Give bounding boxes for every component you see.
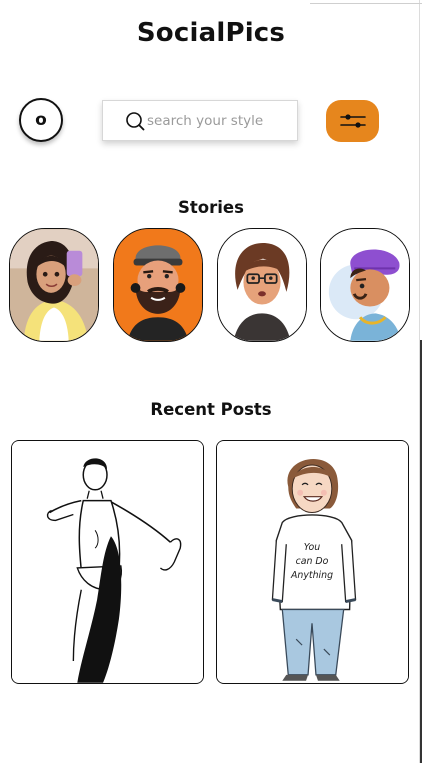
search-input[interactable] [147, 112, 287, 129]
svg-text:Anything: Anything [290, 570, 333, 581]
profile-initial: o [35, 110, 47, 130]
profile-button[interactable]: o [19, 98, 63, 142]
post-card-2[interactable]: You can Do Anything [216, 440, 409, 684]
story-image-woman-selfie [10, 229, 98, 341]
post-card-1[interactable] [11, 440, 204, 684]
story-image-man-glasses [218, 229, 306, 341]
story-avatar-1[interactable] [9, 228, 99, 342]
story-avatar-4[interactable] [320, 228, 410, 342]
filter-button[interactable] [326, 100, 379, 142]
story-image-bearded-man [114, 229, 202, 341]
svg-text:You: You [304, 542, 320, 553]
top-edge-line [310, 3, 422, 4]
search-icon [126, 111, 145, 130]
story-image-man-beanie [321, 229, 409, 341]
story-avatar-2[interactable] [113, 228, 203, 342]
app-title: SocialPics [136, 18, 286, 48]
post-image-sketch-figure [12, 441, 203, 683]
story-avatar-3[interactable] [217, 228, 307, 342]
search-bar[interactable] [102, 100, 298, 141]
slider-filter-icon [339, 114, 366, 128]
svg-text:can Do: can Do [296, 556, 329, 567]
recent-posts-heading: Recent Posts [150, 400, 272, 419]
post-image-girl-illustration: You can Do Anything [217, 441, 408, 683]
stories-heading: Stories [178, 198, 244, 217]
